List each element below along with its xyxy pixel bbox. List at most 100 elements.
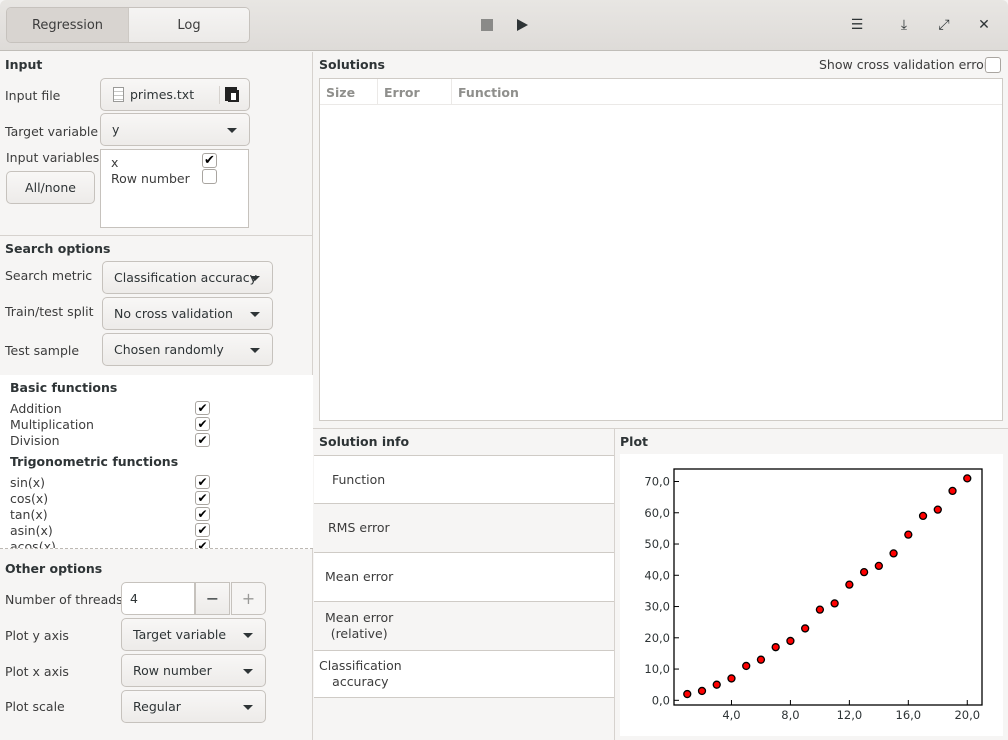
x-tick-label: 12,0 [837, 708, 863, 722]
tab-log[interactable]: Log [128, 8, 249, 42]
function-asin-label: asin(x) [10, 523, 53, 538]
search-options-title: Search options [5, 241, 111, 256]
function-multiplication-label: Multiplication [10, 417, 94, 432]
chevron-down-icon [227, 127, 237, 133]
plot-scale-dropdown[interactable]: Regular [121, 690, 266, 723]
open-folder-icon[interactable] [225, 87, 240, 102]
target-variable-dropdown[interactable]: y [100, 113, 250, 146]
train-test-split-dropdown[interactable]: No cross validation [102, 297, 273, 330]
play-icon[interactable] [511, 14, 533, 36]
input-variables-list: x ✔ Row number [100, 149, 249, 228]
plot-frame [673, 468, 983, 706]
info-row-rms-error: RMS error [314, 504, 614, 553]
data-point [948, 486, 957, 496]
data-point [889, 549, 898, 558]
plot-y-axis-dropdown[interactable]: Target variable [121, 618, 266, 651]
function-multiplication-checkbox[interactable]: ✔ [195, 417, 210, 431]
column-header-size[interactable]: Size [320, 79, 378, 105]
threads-decrement-button[interactable]: − [195, 582, 230, 615]
y-tick-label: 40,0 [644, 568, 670, 582]
close-icon[interactable]: ✕ [973, 14, 995, 36]
plot-x-axis-dropdown[interactable]: Row number [121, 654, 266, 687]
y-tick-label: 30,0 [644, 600, 670, 614]
plot-y-axis-value: Target variable [133, 627, 227, 642]
test-sample-label: Test sample [5, 343, 80, 358]
info-label-mean-error: Mean error [325, 569, 394, 584]
threads-label: Number of threads [5, 592, 123, 607]
train-test-split-label: Train/test split [5, 304, 94, 319]
plot-scale-label: Plot scale [5, 699, 65, 714]
chevron-down-icon [250, 347, 260, 353]
info-row-mean-error: Mean error [314, 553, 614, 602]
plot-scale-value: Regular [133, 699, 181, 714]
input-file-value: primes.txt [130, 87, 195, 102]
input-file-label: Input file [5, 88, 61, 103]
solutions-table[interactable]: Size Error Function [319, 78, 1003, 421]
fullscreen-icon[interactable]: ⤢ [933, 14, 955, 36]
chooser-divider [219, 86, 220, 104]
data-point [933, 505, 942, 514]
function-acos-checkbox[interactable]: ✔ [195, 539, 210, 548]
function-sin-label: sin(x) [10, 475, 46, 490]
data-point [904, 530, 913, 539]
solutions-title: Solutions [319, 57, 385, 72]
data-point [815, 605, 825, 614]
threads-increment-button[interactable]: + [231, 582, 266, 615]
function-addition-checkbox[interactable]: ✔ [195, 401, 210, 415]
info-label-rms-error: RMS error [328, 520, 390, 535]
plot-x-axis-label: Plot x axis [5, 664, 69, 679]
data-point [771, 643, 780, 652]
function-division-label: Division [10, 433, 60, 448]
column-header-function[interactable]: Function [452, 79, 1002, 105]
chevron-down-icon [250, 275, 260, 281]
input-variables-label: Input variables [6, 150, 100, 165]
info-label-mean-error-relative: Mean error (relative) [325, 610, 394, 641]
y-tick-label: 70,0 [644, 475, 670, 489]
test-sample-dropdown[interactable]: Chosen randomly [102, 333, 273, 366]
file-icon [113, 87, 124, 102]
function-cos-checkbox[interactable]: ✔ [195, 491, 210, 505]
function-cos-label: cos(x) [10, 491, 49, 506]
data-point [874, 561, 883, 571]
search-metric-dropdown[interactable]: Classification accuracy [102, 261, 273, 294]
function-tan-label: tan(x) [10, 507, 48, 522]
info-label-function: Function [332, 471, 386, 487]
chevron-down-icon [243, 704, 253, 710]
divider [0, 235, 313, 236]
chevron-down-icon [243, 668, 253, 674]
tab-regression[interactable]: Regression [7, 8, 128, 42]
stop-icon[interactable] [476, 14, 498, 36]
show-cv-error-label: Show cross validation error [819, 57, 989, 72]
input-file-chooser[interactable]: primes.txt [100, 78, 250, 111]
data-point [742, 661, 751, 671]
function-tan-checkbox[interactable]: ✔ [195, 507, 210, 521]
download-icon[interactable]: ⤓ [893, 14, 915, 36]
function-acos-label: acos(x) [10, 539, 56, 549]
function-sin-checkbox[interactable]: ✔ [195, 475, 210, 489]
all-none-button[interactable]: All/none [6, 171, 95, 204]
chevron-down-icon [250, 311, 260, 317]
header-bar: Regression Log ☰ ⤓ ⤢ ✕ [0, 0, 1008, 51]
x-tick-label: 4,0 [722, 708, 740, 722]
info-row-function: Function [314, 455, 614, 504]
test-sample-value: Chosen randomly [114, 342, 224, 357]
info-row-mean-error-relative: Mean error (relative) [314, 602, 614, 651]
train-test-split-value: No cross validation [114, 306, 233, 321]
data-point [963, 474, 972, 483]
chevron-down-icon [243, 632, 253, 638]
function-asin-checkbox[interactable]: ✔ [195, 523, 210, 537]
y-tick-label: 10,0 [644, 662, 670, 676]
settings-panel: Input Input file primes.txt Target varia… [0, 52, 313, 740]
function-division-checkbox[interactable]: ✔ [195, 433, 210, 447]
divider [313, 428, 1008, 429]
functions-list[interactable]: Basic functions Addition ✔ Multiplicatio… [0, 375, 313, 549]
basic-functions-heading: Basic functions [10, 380, 118, 395]
input-section-title: Input [5, 57, 43, 72]
variable-x-checkbox[interactable]: ✔ [202, 153, 217, 168]
variable-row-number-checkbox[interactable] [202, 169, 217, 184]
data-point [786, 636, 795, 646]
threads-input[interactable]: 4 [121, 582, 195, 615]
show-cv-error-checkbox[interactable] [985, 57, 1001, 73]
column-header-error[interactable]: Error [378, 79, 452, 105]
menu-icon[interactable]: ☰ [846, 14, 868, 36]
